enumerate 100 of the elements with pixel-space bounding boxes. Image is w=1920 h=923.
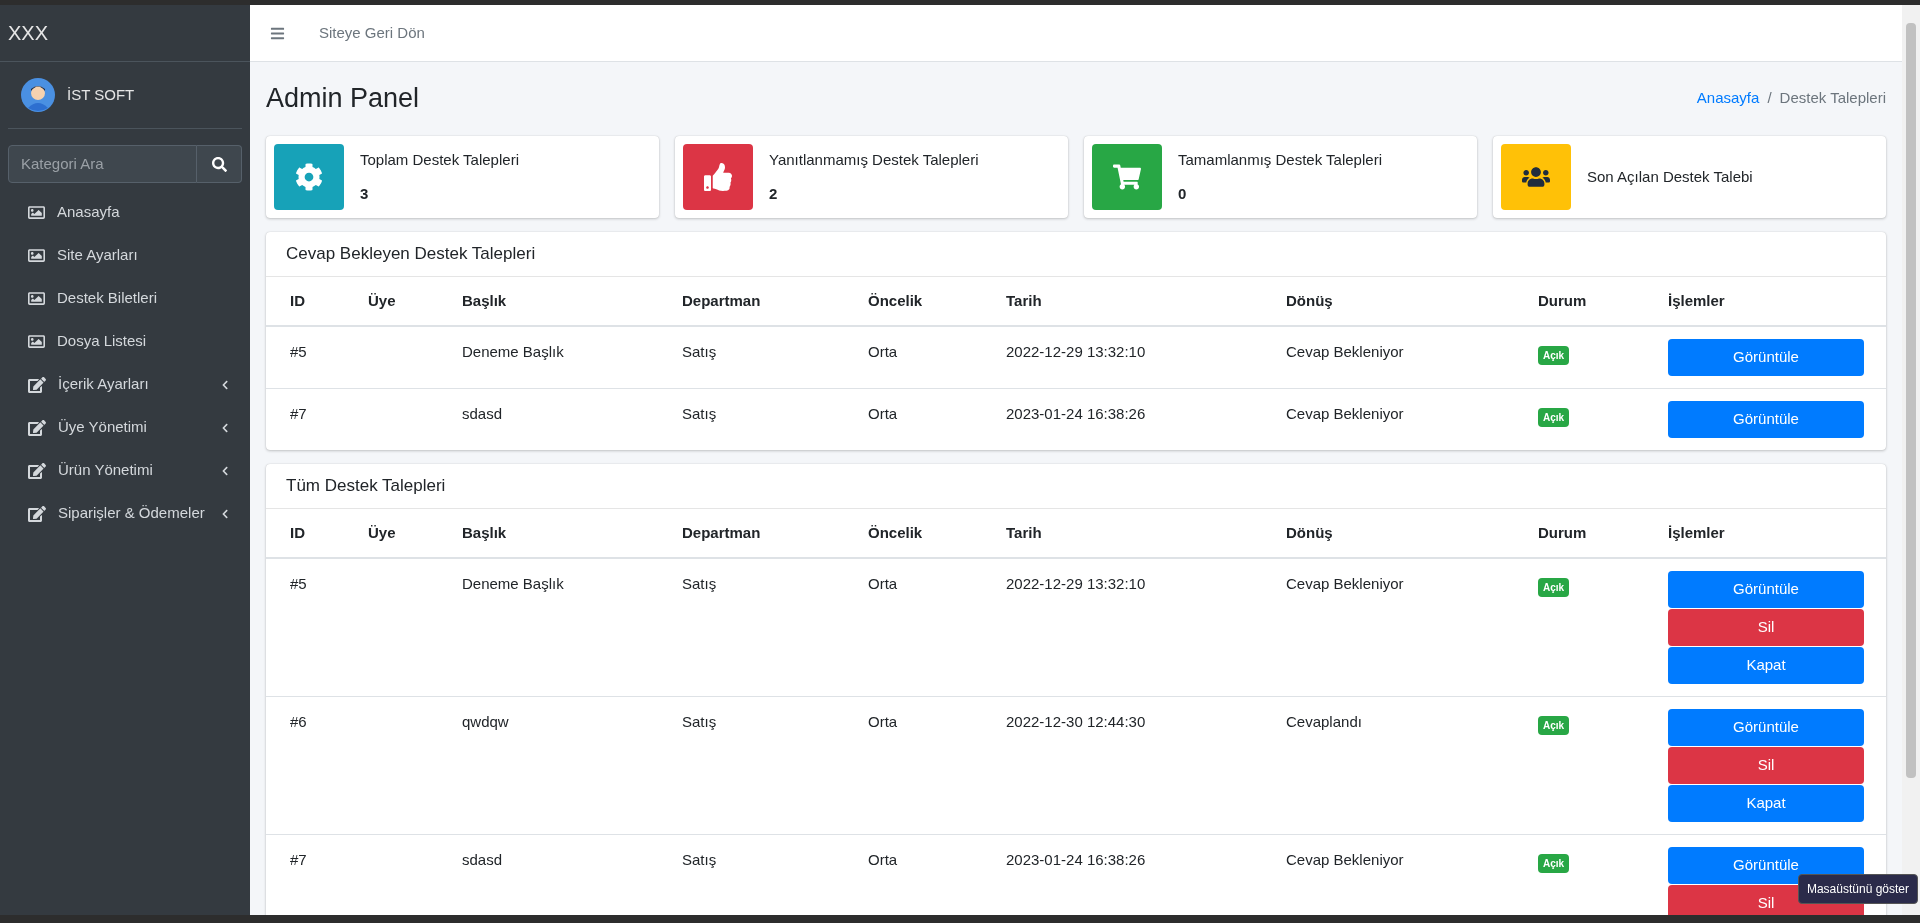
column-header: Öncelik	[868, 290, 924, 311]
sidebar-item[interactable]: Anasayfa	[8, 191, 242, 234]
image-icon	[28, 204, 45, 221]
stat-value: 2	[769, 184, 779, 204]
table-cell: #6	[290, 713, 307, 730]
table-cell: qwdqw	[462, 713, 509, 730]
column-header: ID	[290, 522, 306, 543]
stat-value: 0	[1178, 184, 1188, 204]
column-header: İşlemler	[1668, 522, 1726, 543]
column-header: Durum	[1538, 522, 1588, 543]
table-cell: sdasd	[462, 851, 503, 868]
table-cell: Satış	[682, 851, 717, 868]
page-title: Admin Panel	[266, 81, 420, 115]
column-header: Durum	[1538, 290, 1588, 311]
column-header: Dönüş	[1286, 522, 1334, 543]
action-button[interactable]: Sil	[1668, 747, 1864, 784]
column-header: Tarih	[1006, 290, 1043, 311]
table-cell: #7	[290, 405, 307, 422]
status-badge: Açık	[1538, 408, 1570, 427]
image-icon	[28, 333, 45, 350]
search-field[interactable]: Kategori Ara	[8, 145, 197, 183]
column-header: Departman	[682, 522, 762, 543]
table-cell: Orta	[868, 405, 898, 422]
sidebar-item[interactable]: Dosya Listesi	[8, 320, 242, 363]
action-button[interactable]: Görüntüle	[1668, 571, 1864, 608]
thumbs-up-icon	[704, 163, 732, 191]
search-icon	[211, 156, 227, 172]
table-cell: 2022-12-29 13:32:10	[1006, 575, 1146, 592]
edit-icon	[28, 418, 46, 437]
status-badge: Açık	[1538, 578, 1570, 597]
edit-icon	[28, 375, 46, 394]
table-cell: Orta	[868, 851, 898, 868]
sidebar-item[interactable]: Siparişler & Ödemeler	[8, 492, 242, 535]
column-header: İşlemler	[1668, 290, 1726, 311]
table-cell: Orta	[868, 713, 898, 730]
table-cell: 2022-12-30 12:44:30	[1006, 713, 1146, 730]
table-cell: Satış	[682, 575, 717, 592]
breadcrumb-link[interactable]: Anasayfa	[1696, 86, 1760, 110]
table-cell: #5	[290, 343, 307, 360]
table-cell: Cevap Bekleniyor	[1286, 343, 1404, 360]
table-cell: 2022-12-29 13:32:10	[1006, 343, 1146, 360]
column-header: Dönüş	[1286, 290, 1334, 311]
edit-icon	[28, 461, 46, 480]
card-title: Cevap Bekleyen Destek Talepleri	[286, 243, 536, 266]
status-badge: Açık	[1538, 346, 1570, 365]
action-button[interactable]: Kapat	[1668, 785, 1864, 822]
sidebar-item[interactable]: Üye Yönetimi	[8, 406, 242, 449]
action-button[interactable]: Görüntüle	[1668, 847, 1864, 884]
image-icon	[28, 247, 45, 264]
table-cell: Cevap Bekleniyor	[1286, 851, 1404, 868]
stat-label: Toplam Destek Talepleri	[360, 149, 519, 170]
table-cell: Orta	[868, 575, 898, 592]
tooltip: Masaüstünü göster	[1797, 874, 1918, 904]
gear-icon	[295, 163, 323, 191]
action-button[interactable]: Sil	[1668, 609, 1864, 646]
edit-icon	[28, 504, 46, 523]
breadcrumb-separator: /	[1767, 87, 1772, 108]
sidebar-item[interactable]: Destek Biletleri	[8, 277, 242, 320]
table-cell: Deneme Başlık	[462, 343, 564, 360]
sidebar-item[interactable]: Ürün Yönetimi	[8, 449, 242, 492]
table-cell: #5	[290, 575, 307, 592]
avatar-icon	[21, 78, 55, 112]
card-title: Tüm Destek Talepleri	[286, 475, 446, 498]
brand-text[interactable]: XXX	[8, 19, 49, 47]
column-header: Başlık	[462, 290, 508, 311]
menu-icon	[270, 25, 285, 41]
image-icon	[28, 290, 45, 307]
table-cell: Deneme Başlık	[462, 575, 564, 592]
action-button[interactable]: Görüntüle	[1668, 401, 1864, 438]
stat-label: Yanıtlanmamış Destek Talepleri	[769, 149, 979, 170]
table-cell: #7	[290, 851, 307, 868]
stat-value: 3	[360, 184, 370, 204]
breadcrumb-current: Destek Talepleri	[1779, 87, 1886, 108]
column-header: Departman	[682, 290, 762, 311]
stat-label: Son Açılan Destek Talebi	[1587, 166, 1753, 187]
table-cell: Cevap Bekleniyor	[1286, 575, 1404, 592]
table-cell: Cevap Bekleniyor	[1286, 405, 1404, 422]
cart-icon	[1113, 163, 1141, 191]
table-cell: 2023-01-24 16:38:26	[1006, 851, 1146, 868]
table-cell: Cevaplandı	[1286, 713, 1362, 730]
table-cell: Satış	[682, 713, 717, 730]
column-header: ID	[290, 290, 306, 311]
stat-label: Tamamlanmış Destek Talepleri	[1178, 149, 1382, 170]
table-cell: 2023-01-24 16:38:26	[1006, 405, 1146, 422]
sidebar-item[interactable]: İçerik Ayarları	[8, 363, 242, 406]
column-header: Başlık	[462, 522, 508, 543]
search-button[interactable]	[197, 145, 242, 183]
action-button[interactable]: Görüntüle	[1668, 339, 1864, 376]
column-header: Tarih	[1006, 522, 1043, 543]
status-badge: Açık	[1538, 854, 1570, 873]
table-cell: Satış	[682, 405, 717, 422]
user-name[interactable]: İST SOFT	[67, 83, 135, 107]
action-button[interactable]: Kapat	[1668, 647, 1864, 684]
back-to-site-link[interactable]: Siteye Geri Dön	[319, 21, 425, 45]
table-cell: Satış	[682, 343, 717, 360]
sidebar-item[interactable]: Site Ayarları	[8, 234, 242, 277]
action-button[interactable]: Görüntüle	[1668, 709, 1864, 746]
column-header: Üye	[368, 522, 397, 543]
table-cell: sdasd	[462, 405, 503, 422]
column-header: Üye	[368, 290, 397, 311]
